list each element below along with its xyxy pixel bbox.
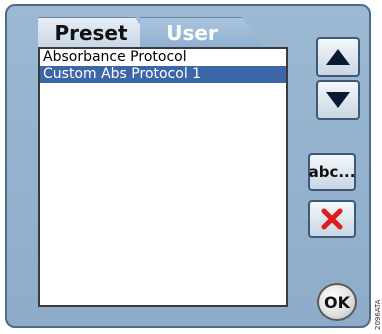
list-item[interactable]: Absorbance Protocol <box>40 49 286 66</box>
tab-preset-label: Preset <box>54 21 128 45</box>
figure-code-label: 2096ATA <box>374 299 382 330</box>
protocol-list[interactable]: Absorbance Protocol Custom Abs Protocol … <box>38 47 288 307</box>
move-up-button[interactable] <box>316 37 360 77</box>
move-down-button[interactable] <box>316 80 360 120</box>
list-item-label: Absorbance Protocol <box>43 49 187 65</box>
rename-button-label: abc... <box>308 163 356 181</box>
list-item-label: Custom Abs Protocol 1 <box>43 66 202 82</box>
list-item-selected[interactable]: Custom Abs Protocol 1 <box>40 66 286 83</box>
delete-button[interactable] <box>308 200 356 238</box>
red-x-icon <box>321 208 343 230</box>
down-arrow-icon <box>326 92 350 108</box>
rename-button[interactable]: abc... <box>308 153 356 191</box>
ok-button[interactable]: OK <box>317 283 357 321</box>
tab-user-label: User <box>166 21 218 45</box>
up-arrow-icon <box>326 49 350 65</box>
ok-button-label: OK <box>324 292 350 312</box>
